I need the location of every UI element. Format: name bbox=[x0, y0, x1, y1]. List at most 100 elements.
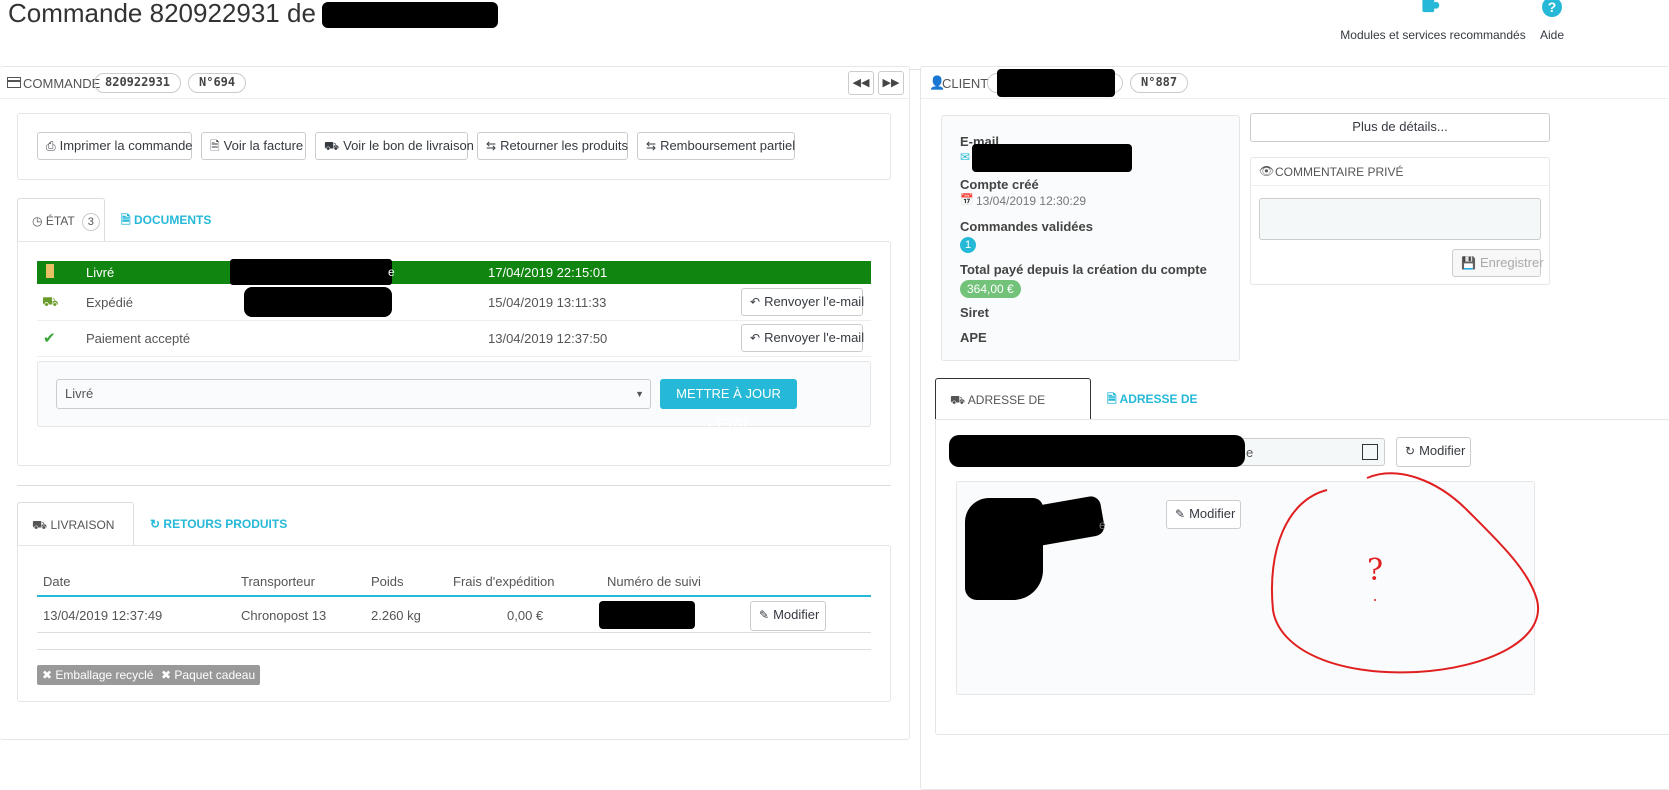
divider bbox=[17, 485, 891, 486]
customer-panel: 👤 CLIENT N°887 E-mail ✉ Compte créé 📅 13… bbox=[920, 66, 1669, 790]
view-delivery-slip-button[interactable]: ⛟ Voir le bon de livraison bbox=[315, 132, 474, 160]
help-link[interactable]: ? Aide bbox=[1536, 0, 1569, 44]
tab-documents-label: DOCUMENTS bbox=[134, 213, 212, 227]
address-select-value: e bbox=[1246, 445, 1254, 460]
recycled-packaging-tag: ✖ Emballage recyclé bbox=[37, 665, 159, 685]
print-icon: ⎙ bbox=[46, 139, 56, 153]
employee-fragment: e bbox=[388, 265, 395, 279]
envelope-icon: ✉ bbox=[960, 150, 971, 164]
tab-shipping[interactable]: ⛟ LIVRAISON 1 bbox=[17, 502, 134, 579]
private-comment-textarea[interactable] bbox=[1259, 198, 1541, 240]
table-row: 13/04/2019 12:37:49 Chronopost 13 2.260 … bbox=[37, 599, 871, 633]
shipping-weight: 2.260 kg bbox=[371, 608, 421, 623]
order-state-value: Livré bbox=[65, 386, 94, 401]
col-weight: Poids bbox=[371, 574, 404, 589]
account-created-value: 13/04/2019 12:30:29 bbox=[976, 194, 1087, 208]
order-reference-badge: 820922931 bbox=[94, 73, 182, 93]
modules-link[interactable]: Modules et services recommandés bbox=[1340, 0, 1526, 44]
customer-number-badge: N°887 bbox=[1130, 73, 1189, 93]
order-heading: COMMANDE bbox=[23, 76, 101, 91]
print-order-button[interactable]: ⎙ Imprimer la commande bbox=[37, 132, 193, 160]
truck-icon: ⛟ bbox=[42, 294, 59, 309]
history-date: 15/04/2019 13:11:33 bbox=[488, 295, 607, 310]
tab-returns[interactable]: ↻ RETOURS PRODUITS 0 bbox=[136, 502, 296, 578]
tab-documents[interactable]: 🗎 DOCUMENTS 3 bbox=[107, 198, 227, 274]
gift-wrap-tag: ✖ Paquet cadeau bbox=[156, 665, 261, 685]
order-state-select[interactable]: Livré ▼ bbox=[56, 379, 651, 409]
table-divider bbox=[37, 649, 871, 650]
clock-icon: ◷ bbox=[32, 214, 43, 228]
print-order-label: Imprimer la commande bbox=[59, 138, 193, 153]
tab-returns-label: RETOURS PRODUITS bbox=[163, 517, 288, 531]
history-status: Livré bbox=[86, 265, 115, 280]
col-shipping-cost: Frais d'expédition bbox=[453, 574, 555, 589]
tab-state[interactable]: ◷ ÉTAT 3 bbox=[17, 198, 105, 242]
update-state-button[interactable]: METTRE À JOUR L'ÉTAT bbox=[660, 379, 797, 431]
file-icon: 🗎 bbox=[210, 139, 220, 153]
page-header: Commande 820922931 de Modules et service… bbox=[0, 0, 1669, 70]
customer-heading: CLIENT bbox=[942, 76, 989, 91]
view-delivery-slip-label: Voir le bon de livraison bbox=[343, 138, 474, 153]
help-icon: ? bbox=[1542, 0, 1562, 17]
return-products-button[interactable]: ⇆ Retourner les produits bbox=[477, 132, 628, 160]
shipping-date: 13/04/2019 12:37:49 bbox=[43, 608, 163, 623]
customer-panel-heading: 👤 CLIENT N°887 bbox=[921, 67, 1669, 99]
pencil-icon: ✎ bbox=[1175, 507, 1186, 521]
history-date: 17/04/2019 22:15:01 bbox=[488, 265, 608, 280]
order-panel-heading: COMMANDE 820922931 N°694 ◀◀ ▶▶ bbox=[0, 67, 909, 99]
total-paid-value: 364,00 € bbox=[960, 280, 1021, 298]
close-icon: ✖ bbox=[42, 668, 53, 682]
siret-label: Siret bbox=[960, 305, 989, 320]
tab-delivery-address[interactable]: ⛟ ADRESSE DE LIVRAISON bbox=[935, 378, 1091, 449]
file-icon: 🗎 bbox=[1107, 392, 1117, 406]
tab-state-label: ÉTAT bbox=[45, 214, 75, 228]
edit-shipping-label: Modifier bbox=[773, 607, 820, 622]
exchange-icon: ⇆ bbox=[646, 139, 657, 153]
col-date: Date bbox=[43, 574, 71, 589]
modify-address-button[interactable]: ↻ Modifier bbox=[1396, 437, 1471, 467]
help-label: Aide bbox=[1540, 28, 1565, 42]
tab-state-count: 3 bbox=[81, 213, 100, 231]
col-tracking: Numéro de suivi bbox=[607, 574, 701, 589]
check-icon: ✔ bbox=[43, 330, 56, 347]
partial-refund-label: Remboursement partiel bbox=[660, 138, 796, 153]
puzzle-icon bbox=[1422, 0, 1440, 13]
redacted-tracking-number bbox=[599, 601, 695, 629]
delivered-icon bbox=[46, 264, 54, 278]
more-details-button[interactable]: Plus de détails... bbox=[1250, 113, 1550, 142]
redacted-email bbox=[972, 144, 1132, 172]
next-order-button[interactable]: ▶▶ bbox=[878, 71, 904, 95]
redacted-employee bbox=[244, 287, 392, 317]
history-status: Paiement accepté bbox=[86, 331, 191, 346]
save-comment-button[interactable]: 💾 Enregistrer bbox=[1452, 249, 1544, 277]
partial-refund-button[interactable]: ⇆ Remboursement partiel bbox=[637, 132, 795, 160]
view-invoice-button[interactable]: 🗎 Voir la facture bbox=[201, 132, 306, 160]
resend-email-button[interactable]: ↶ Renvoyer l'e-mail bbox=[741, 324, 864, 352]
order-panel: COMMANDE 820922931 N°694 ◀◀ ▶▶ ⎙ Imprimer… bbox=[0, 66, 910, 740]
recycled-packaging-label: Emballage recyclé bbox=[55, 668, 154, 682]
tab-invoice-address[interactable]: 🗎 ADRESSE DE FACTURATION bbox=[1093, 378, 1263, 448]
edit-shipping-button[interactable]: ✎ Modifier bbox=[750, 601, 826, 631]
resend-email-button[interactable]: ↶ Renvoyer l'e-mail bbox=[741, 288, 864, 316]
refresh-icon: ↻ bbox=[150, 517, 161, 531]
annotation-circle: ? bbox=[1271, 472, 1540, 674]
redacted-employee bbox=[230, 259, 392, 285]
modules-label: Modules et services recommandés bbox=[1340, 28, 1526, 42]
private-comment-panel: 👁 COMMENTAIRE PRIVÉ 💾 Enregistrer bbox=[1250, 157, 1550, 285]
previous-order-button[interactable]: ◀◀ bbox=[848, 71, 874, 95]
total-paid-label: Total payé depuis la création du compte bbox=[960, 262, 1207, 277]
shipping-table-header: Date Transporteur Poids Frais d'expéditi… bbox=[37, 567, 871, 597]
address-fragment: e bbox=[1099, 518, 1106, 532]
reply-icon: ↶ bbox=[750, 295, 761, 309]
save-comment-label: Enregistrer bbox=[1479, 255, 1544, 270]
order-actions-well: ⎙ Imprimer la commande 🗎 Voir la facture ⛟… bbox=[17, 113, 891, 180]
account-created-label: Compte créé bbox=[960, 177, 1039, 192]
history-row-delivered: Livré 17/04/2019 22:15:01 bbox=[37, 261, 871, 284]
shipping-cost: 0,00 € bbox=[507, 608, 544, 623]
update-state-label: METTRE À JOUR L'ÉTAT bbox=[676, 386, 781, 431]
validated-orders-count: 1 bbox=[960, 237, 976, 253]
customer-info-well: E-mail ✉ Compte créé 📅 13/04/2019 12:30:… bbox=[941, 115, 1240, 361]
edit-address-button[interactable]: ✎ Modifier bbox=[1166, 500, 1241, 529]
file-icon: 🗎 bbox=[121, 213, 131, 227]
return-products-label: Retourner les produits bbox=[500, 138, 628, 153]
